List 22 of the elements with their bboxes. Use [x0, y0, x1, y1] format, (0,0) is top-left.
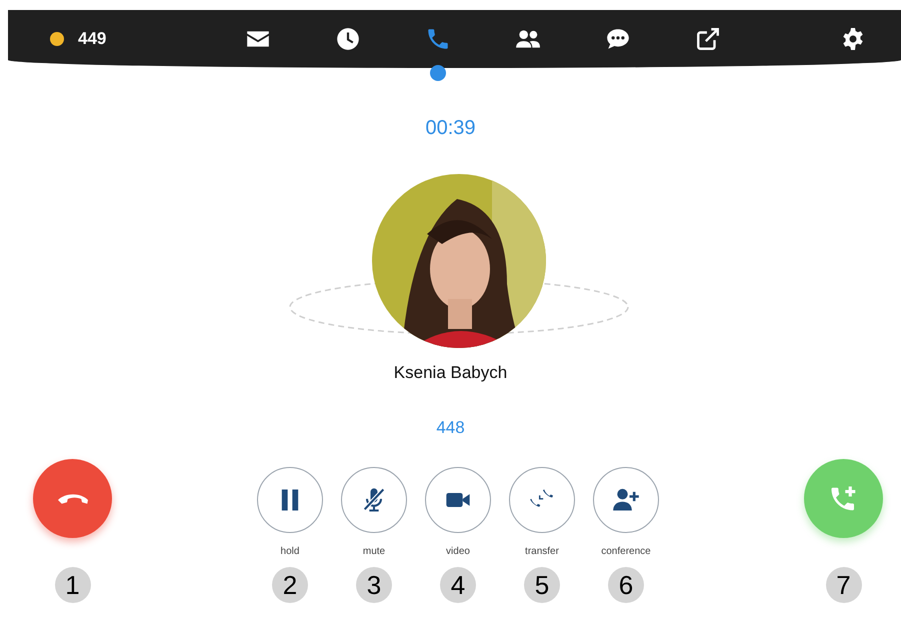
button-label: transfer [525, 545, 559, 559]
button-label: hold [280, 545, 300, 559]
external-link-icon[interactable] [695, 26, 721, 52]
settings-icon[interactable] [841, 27, 865, 51]
button-label: mute [362, 545, 386, 559]
call-timer: 00:39 [424, 116, 477, 140]
caller-name: Ksenia Babych [392, 362, 508, 384]
phone-plus-icon [828, 484, 858, 514]
number-badge: 6 [608, 567, 644, 603]
number-badge: 7 [826, 567, 862, 603]
caller-number: 448 [435, 417, 466, 439]
extension-number: 449 [78, 28, 106, 50]
clock-icon[interactable] [335, 26, 361, 52]
hang-up-button[interactable] [33, 459, 112, 538]
button-label: conference [601, 545, 651, 559]
button-label: video [446, 545, 470, 559]
number-badge: 3 [356, 567, 392, 603]
number-badge: 4 [440, 567, 476, 603]
number-badge: 1 [54, 567, 90, 603]
number-badge: 5 [524, 567, 560, 603]
number-badge: 2 [272, 567, 308, 603]
hang-up-icon [58, 493, 88, 504]
